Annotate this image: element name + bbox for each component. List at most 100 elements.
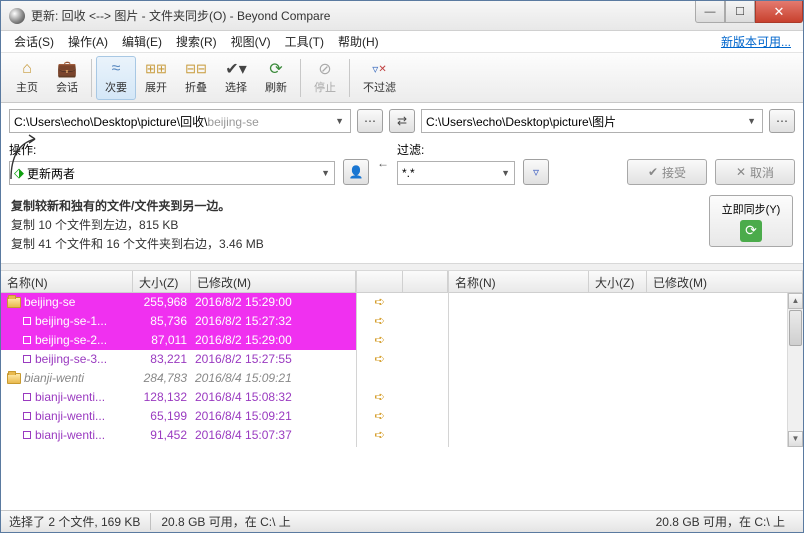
action-arrow: ➪ <box>357 293 448 312</box>
col-name[interactable]: 名称(N) <box>1 271 133 292</box>
update-available-link[interactable]: 新版本可用... <box>714 31 797 52</box>
check-icon: ✔ <box>648 165 658 179</box>
funnel-off-icon: ▿✕ <box>370 60 390 78</box>
sync-icon: ⟳ <box>740 220 762 242</box>
ellipsis-icon: ⋯ <box>364 114 376 128</box>
comparison-grid: 名称(N) 大小(Z) 已修改(M) beijing-se255,9682016… <box>1 271 803 447</box>
left-pane: 名称(N) 大小(Z) 已修改(M) beijing-se255,9682016… <box>1 271 357 447</box>
table-row[interactable]: bianji-wenti284,7832016/8/4 15:09:21 <box>1 369 356 388</box>
select-icon: ✔▾ <box>226 60 246 78</box>
file-icon <box>23 431 31 439</box>
col-size[interactable]: 大小(Z) <box>589 271 647 292</box>
status-bar: 选择了 2 个文件, 169 KB 20.8 GB 可用，在 C:\ 上 20.… <box>1 510 803 532</box>
refresh-icon: ⟳ <box>266 60 286 78</box>
action-arrow: ➪ <box>357 350 448 369</box>
table-row[interactable]: beijing-se-2...87,0112016/8/2 15:29:00 <box>1 331 356 350</box>
scroll-down-icon[interactable]: ▼ <box>788 431 803 447</box>
menu-action[interactable]: 操作(A) <box>61 31 115 52</box>
menu-search[interactable]: 搜索(R) <box>169 31 224 52</box>
left-path-input[interactable]: C:\Users\echo\Desktop\picture\回收\beijing… <box>9 109 351 133</box>
folder-icon <box>7 297 21 308</box>
home-button[interactable]: ⌂主页 <box>7 56 47 100</box>
select-button[interactable]: ✔▾选择 <box>216 56 256 100</box>
person-icon: 👤 <box>349 165 364 179</box>
chevron-down-icon[interactable]: ▼ <box>745 116 758 126</box>
summary-text: 复制较新和独有的文件/文件夹到另一边。 复制 10 个文件到左边，815 KB … <box>1 191 709 259</box>
right-browse-button[interactable]: ⋯ <box>769 109 795 133</box>
action-arrow: ➪ <box>357 426 448 445</box>
close-button[interactable]: ✕ <box>755 1 803 23</box>
app-icon <box>9 8 25 24</box>
expand-tree-icon: ⊞⊞ <box>146 60 166 78</box>
table-row[interactable]: beijing-se-1...85,7362016/8/2 15:27:32 <box>1 312 356 331</box>
approx-icon: ≈ <box>106 60 126 78</box>
file-icon <box>23 317 31 325</box>
operation-select[interactable]: ⬗ 更新两者▼ <box>9 161 335 185</box>
chevron-down-icon[interactable]: ▼ <box>333 116 346 126</box>
operation-label: 操作: <box>9 141 335 158</box>
table-row[interactable]: bianji-wenti...65,1992016/8/4 15:09:21 <box>1 407 356 426</box>
sync-green-icon: ⬗ <box>14 165 24 181</box>
col-modified[interactable]: 已修改(M) <box>191 271 356 292</box>
vertical-scrollbar[interactable]: ▲ ▼ <box>787 293 803 447</box>
cancel-button[interactable]: ✕取消 <box>715 159 795 185</box>
menu-bar: 会话(S) 操作(A) 编辑(E) 搜索(R) 视图(V) 工具(T) 帮助(H… <box>1 31 803 53</box>
sessions-button[interactable]: 💼会话 <box>47 56 87 100</box>
col-name[interactable]: 名称(N) <box>449 271 589 292</box>
minor-button[interactable]: ≈次要 <box>96 56 136 100</box>
toolbar: ⌂主页 💼会话 ≈次要 ⊞⊞展开 ⊟⊟折叠 ✔▾选择 ⟳刷新 ⊘停止 ▿✕不过滤 <box>1 53 803 103</box>
table-row[interactable]: bianji-wenti...91,4522016/8/4 15:07:37 <box>1 426 356 445</box>
col-size[interactable]: 大小(Z) <box>133 271 191 292</box>
x-icon: ✕ <box>736 165 746 179</box>
funnel-icon: ▿ <box>533 165 539 179</box>
right-rows[interactable]: ▲ ▼ <box>449 293 803 447</box>
refresh-button[interactable]: ⟳刷新 <box>256 56 296 100</box>
file-icon <box>23 393 31 401</box>
presets-button[interactable]: 👤 <box>343 159 369 185</box>
collapse-button[interactable]: ⊟⊟折叠 <box>176 56 216 100</box>
filter-apply-button[interactable]: ▿ <box>523 159 549 185</box>
scroll-up-icon[interactable]: ▲ <box>788 293 803 309</box>
left-browse-button[interactable]: ⋯ <box>357 109 383 133</box>
filter-input[interactable]: *.*▼ <box>397 161 515 185</box>
nofilter-button[interactable]: ▿✕不过滤 <box>354 56 405 100</box>
table-row[interactable]: beijing-se255,9682016/8/2 15:29:00 <box>1 293 356 312</box>
menu-edit[interactable]: 编辑(E) <box>115 31 169 52</box>
briefcase-icon: 💼 <box>57 60 77 78</box>
action-arrow: ➪ <box>357 331 448 350</box>
menu-help[interactable]: 帮助(H) <box>331 31 386 52</box>
action-arrow <box>357 369 448 388</box>
minimize-button[interactable]: — <box>695 1 725 23</box>
menu-tools[interactable]: 工具(T) <box>278 31 331 52</box>
menu-session[interactable]: 会话(S) <box>7 31 61 52</box>
window-controls: — ☐ ✕ <box>695 1 803 23</box>
toolbar-separator <box>300 59 301 97</box>
horizontal-splitter[interactable] <box>1 263 803 271</box>
swap-button[interactable]: ⇄ <box>389 109 415 133</box>
col-modified[interactable]: 已修改(M) <box>647 271 803 292</box>
operation-row: 操作: ⬗ 更新两者▼ 👤 ← 过滤: *.*▼ ▿ ✔接受 ✕取消 <box>1 139 803 191</box>
window-title: 更新: 回收 <--> 图片 - 文件夹同步(O) - Beyond Compa… <box>31 7 695 24</box>
action-arrow: ➪ <box>357 407 448 426</box>
status-selection: 选择了 2 个文件, 169 KB <box>9 513 151 530</box>
right-header: 名称(N) 大小(Z) 已修改(M) <box>449 271 803 293</box>
right-path-input[interactable]: C:\Users\echo\Desktop\picture\图片 ▼ <box>421 109 763 133</box>
path-row: C:\Users\echo\Desktop\picture\回收\beijing… <box>1 103 803 139</box>
collapse-tree-icon: ⊟⊟ <box>186 60 206 78</box>
maximize-button[interactable]: ☐ <box>725 1 755 23</box>
stop-button: ⊘停止 <box>305 56 345 100</box>
accept-button[interactable]: ✔接受 <box>627 159 707 185</box>
toolbar-separator <box>91 59 92 97</box>
expand-button[interactable]: ⊞⊞展开 <box>136 56 176 100</box>
ellipsis-icon: ⋯ <box>776 114 788 128</box>
sync-now-button[interactable]: 立即同步(Y) ⟳ <box>709 195 793 247</box>
scroll-thumb[interactable] <box>789 310 802 346</box>
left-rows[interactable]: beijing-se255,9682016/8/2 15:29:00beijin… <box>1 293 356 447</box>
file-icon <box>23 412 31 420</box>
table-row[interactable]: bianji-wenti...128,1322016/8/4 15:08:32 <box>1 388 356 407</box>
menu-view[interactable]: 视图(V) <box>224 31 278 52</box>
title-bar: 更新: 回收 <--> 图片 - 文件夹同步(O) - Beyond Compa… <box>1 1 803 31</box>
filter-label: 过滤: <box>397 141 515 158</box>
table-row[interactable]: beijing-se-3...83,2212016/8/2 15:27:55 <box>1 350 356 369</box>
home-icon: ⌂ <box>17 60 37 78</box>
